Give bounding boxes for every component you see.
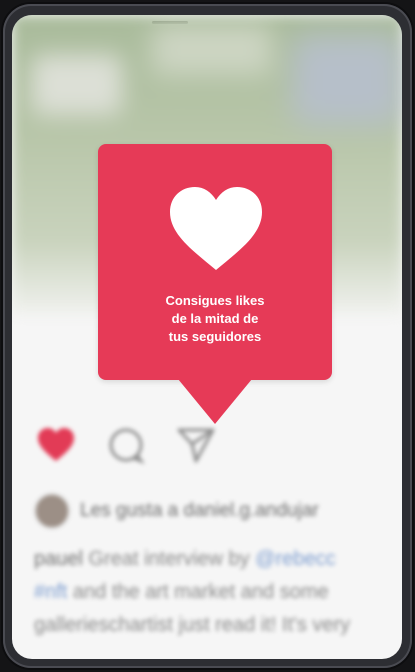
tooltip-bubble: Consigues likes de la mitad de tus segui… (98, 144, 332, 380)
likes-row: Les gusta a daniel.g.andujar (34, 493, 319, 529)
heart-filled-icon (38, 428, 74, 461)
tooltip-text: Consigues likes de la mitad de tus segui… (98, 292, 332, 346)
tooltip-line: tus seguidores (168, 329, 262, 344)
caption-mention-link[interactable]: @rebecc (255, 548, 335, 570)
caption-line: #nft and the art market and some (34, 576, 402, 609)
caption-text: Great interview by (82, 548, 256, 570)
caption-line: gallerieschartist just read it! It's ver… (34, 609, 402, 642)
likes-text: Les gusta a daniel.g.andujar (80, 500, 319, 521)
phone-screen: Les gusta a daniel.g.andujar pauel Great… (12, 15, 402, 659)
heart-icon (170, 187, 262, 270)
tooltip-line: Consigues likes (165, 293, 265, 308)
caption-text: and the art market and some (72, 581, 329, 603)
caption-line: pauel Great interview by @rebecc (34, 543, 402, 576)
avatar[interactable] (34, 493, 70, 529)
caption-hashtag-link[interactable]: #nft (34, 581, 67, 603)
comment-button[interactable] (104, 425, 148, 465)
post-caption: pauel Great interview by @rebecc #nft an… (34, 543, 402, 642)
tooltip-line: de la mitad de (171, 311, 259, 326)
like-button[interactable] (34, 425, 78, 465)
caption-text: gallerieschartist just read it! It's ver… (34, 614, 351, 636)
share-icon (177, 428, 215, 463)
tooltip-tail (178, 379, 252, 424)
caption-username[interactable]: pauel (34, 548, 83, 570)
share-button[interactable] (174, 425, 218, 465)
comment-icon (109, 428, 145, 465)
post-actions (34, 425, 218, 465)
